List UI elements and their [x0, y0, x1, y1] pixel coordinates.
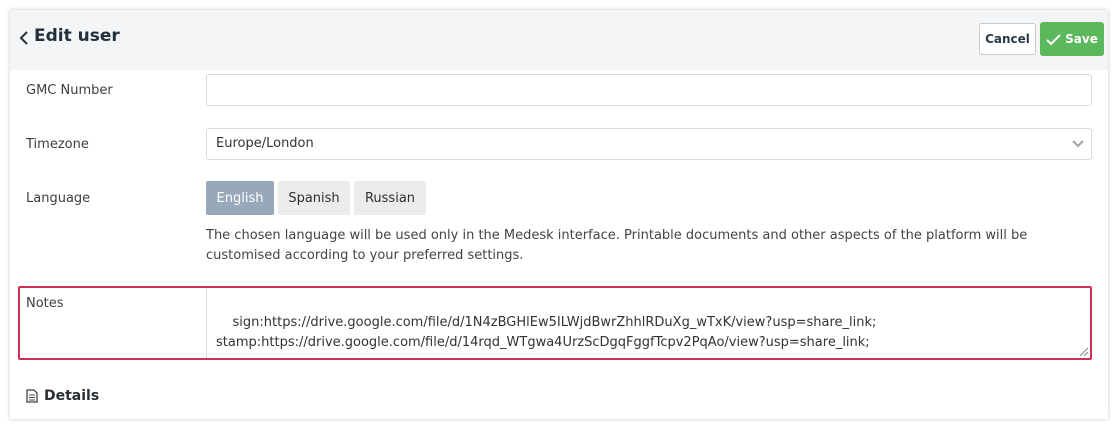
- gmc-number-label: GMC Number: [26, 83, 113, 98]
- cancel-button[interactable]: Cancel: [979, 23, 1036, 55]
- language-option-english[interactable]: English: [206, 181, 274, 215]
- gmc-number-input[interactable]: [206, 74, 1092, 106]
- timezone-select[interactable]: Europe/London: [206, 128, 1092, 160]
- chevron-left-icon[interactable]: [17, 28, 31, 48]
- details-section-header[interactable]: Details: [26, 388, 99, 404]
- document-icon: [26, 389, 38, 403]
- notes-label: Notes: [26, 296, 64, 311]
- language-option-spanish[interactable]: Spanish: [278, 181, 350, 215]
- timezone-label: Timezone: [26, 137, 89, 152]
- language-label: Language: [26, 191, 91, 206]
- details-label: Details: [44, 388, 100, 404]
- chevron-down-icon: [1072, 140, 1084, 148]
- page-title: Edit user: [34, 26, 120, 46]
- edit-user-panel: Edit user Cancel Save GMC Number Timezon…: [10, 10, 1108, 419]
- notes-textarea[interactable]: sign:https://drive.google.com/file/d/1N4…: [206, 288, 1090, 358]
- notes-value: sign:https://drive.google.com/file/d/1N4…: [216, 315, 877, 350]
- save-label: Save: [1065, 32, 1098, 46]
- check-icon: [1046, 33, 1061, 45]
- header-bar: Edit user Cancel Save: [10, 10, 1108, 70]
- language-help-text: The chosen language will be used only in…: [206, 228, 1028, 263]
- save-button[interactable]: Save: [1040, 22, 1104, 56]
- language-option-russian[interactable]: Russian: [354, 181, 426, 215]
- resize-handle-icon[interactable]: [1080, 348, 1088, 356]
- timezone-value: Europe/London: [216, 136, 314, 151]
